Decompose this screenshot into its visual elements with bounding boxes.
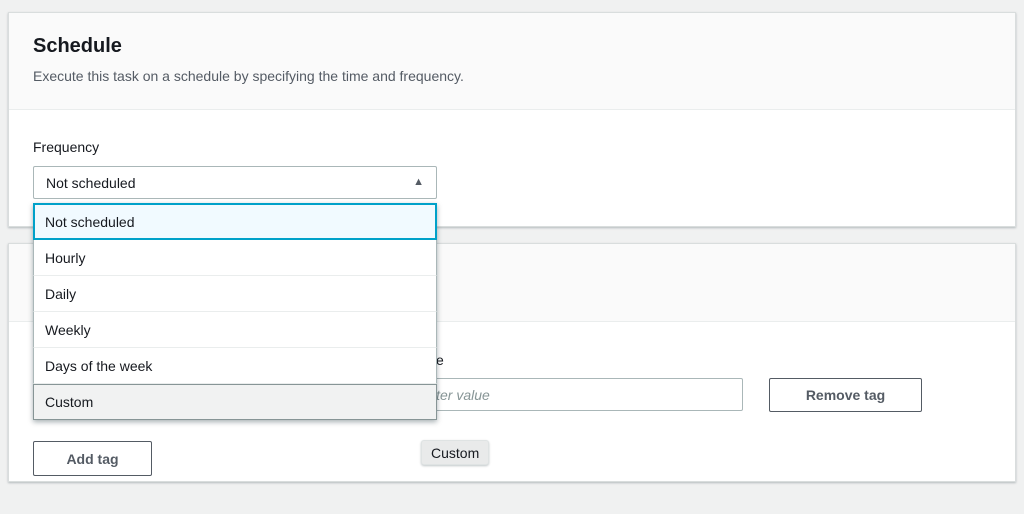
option-label: Weekly — [45, 321, 91, 338]
caret-up-icon: ▲ — [413, 176, 424, 188]
dropdown-option-not-scheduled[interactable]: Not scheduled — [33, 203, 437, 240]
dropdown-option-daily[interactable]: Daily — [33, 276, 437, 312]
dropdown-option-hourly[interactable]: Hourly — [33, 240, 437, 276]
remove-tag-button-label: Remove tag — [805, 387, 886, 403]
custom-option-tooltip: Custom — [421, 440, 490, 465]
option-label: Daily — [45, 285, 77, 302]
add-tag-button[interactable]: Add tag — [33, 441, 152, 476]
schedule-title: Schedule — [33, 35, 122, 57]
frequency-select-value: Not scheduled — [46, 174, 136, 191]
option-label: Not scheduled — [45, 213, 135, 230]
dropdown-option-weekly[interactable]: Weekly — [33, 312, 437, 348]
schedule-card-header: Schedule Execute this task on a schedule… — [9, 13, 1015, 110]
remove-tag-button[interactable]: Remove tag — [769, 378, 922, 412]
option-label: Hourly — [45, 249, 86, 266]
dropdown-option-days-of-the-week[interactable]: Days of the week — [33, 348, 437, 384]
option-label: Days of the week — [45, 357, 153, 374]
dropdown-option-custom[interactable]: Custom — [33, 384, 437, 420]
add-tag-button-label: Add tag — [66, 450, 119, 467]
schedule-description: Execute this task on a schedule by speci… — [33, 68, 464, 84]
tooltip-text: Custom — [431, 444, 480, 461]
frequency-select-trigger[interactable]: Not scheduled ▲ — [33, 166, 437, 199]
frequency-dropdown-list: Not scheduled Hourly Daily Weekly Days o… — [33, 203, 437, 420]
option-label: Custom — [45, 394, 94, 410]
frequency-label: Frequency — [33, 139, 100, 155]
tag-value-input[interactable] — [409, 378, 743, 411]
